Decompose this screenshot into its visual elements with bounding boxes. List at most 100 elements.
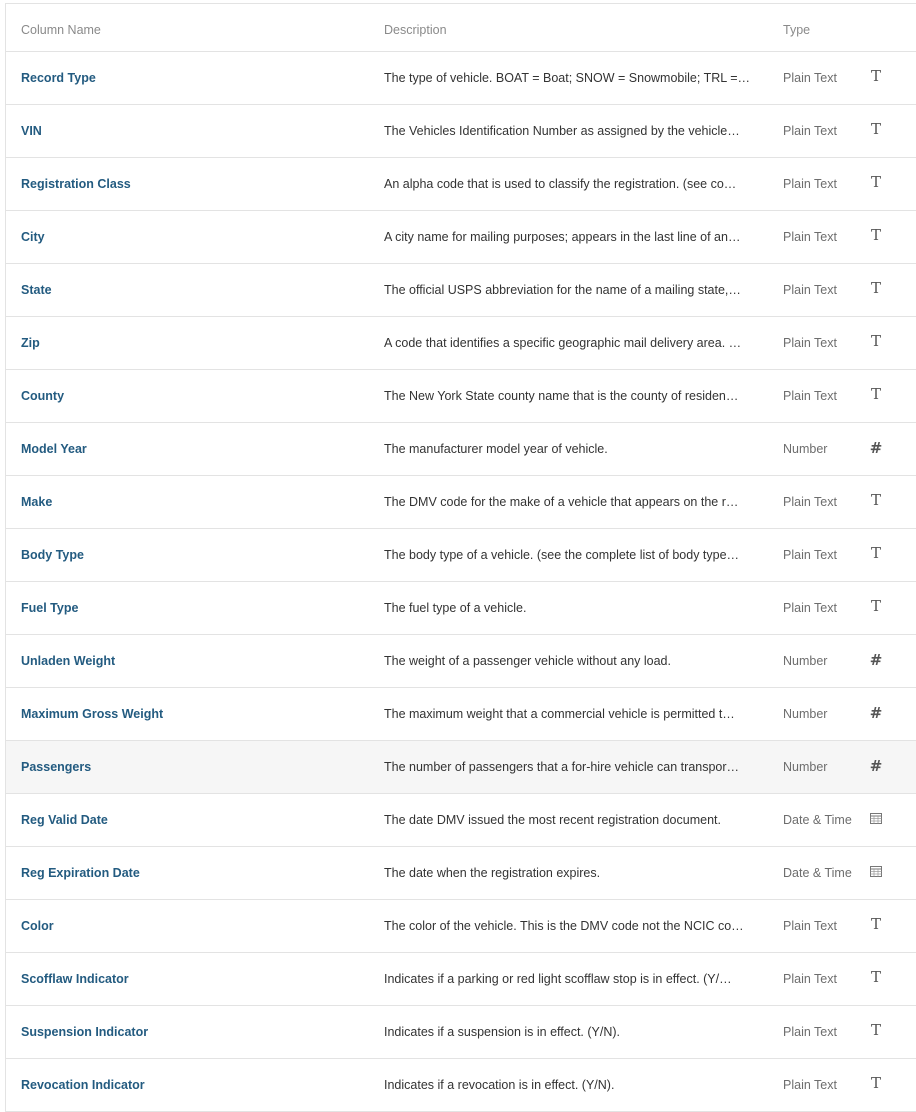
column-type: Plain Text bbox=[783, 283, 837, 297]
table-row[interactable]: Suspension Indicator Indicates if a suspe… bbox=[6, 1006, 916, 1059]
column-name-link[interactable]: Body Type bbox=[21, 548, 84, 562]
column-type: Plain Text bbox=[783, 548, 837, 562]
column-type: Plain Text bbox=[783, 124, 837, 138]
text-type-icon: T bbox=[870, 491, 881, 509]
column-name-link[interactable]: Color bbox=[21, 919, 54, 933]
table-row[interactable]: Reg Expiration Date The date when the reg… bbox=[6, 847, 916, 900]
column-name-header: Column Name bbox=[21, 23, 101, 37]
column-name-link[interactable]: Model Year bbox=[21, 442, 87, 456]
column-description: The manufacturer model year of vehicle. bbox=[384, 442, 608, 456]
column-description: Indicates if a revocation is in effect. … bbox=[384, 1078, 615, 1092]
column-description: A city name for mailing purposes; appear… bbox=[384, 230, 741, 244]
table-row[interactable]: Revocation Indicator Indicates if a revoc… bbox=[6, 1059, 916, 1112]
column-name-link[interactable]: City bbox=[21, 230, 45, 244]
column-type: Plain Text bbox=[783, 230, 837, 244]
text-type-icon: T bbox=[870, 544, 881, 562]
column-description: The body type of a vehicle. (see the com… bbox=[384, 548, 740, 562]
column-name-link[interactable]: Scofflaw Indicator bbox=[21, 972, 129, 986]
table-row[interactable]: State The official USPS abbreviation for … bbox=[6, 264, 916, 317]
text-type-icon: T bbox=[870, 1021, 881, 1039]
table-row[interactable]: Color The color of the vehicle. This is t… bbox=[6, 900, 916, 953]
text-type-icon: T bbox=[870, 968, 881, 986]
column-description: The type of vehicle. BOAT = Boat; SNOW =… bbox=[384, 71, 753, 85]
column-description: Indicates if a parking or red light scof… bbox=[384, 972, 732, 986]
text-type-icon: T bbox=[870, 1074, 881, 1092]
calendar-type-icon bbox=[868, 862, 884, 880]
table-row[interactable]: County The New York State county name tha… bbox=[6, 370, 916, 423]
column-name-link[interactable]: Reg Valid Date bbox=[21, 813, 108, 827]
column-description: The maximum weight that a commercial veh… bbox=[384, 707, 735, 721]
column-name-link[interactable]: VIN bbox=[21, 124, 42, 138]
column-type: Plain Text bbox=[783, 71, 837, 85]
column-name-link[interactable]: Zip bbox=[21, 336, 40, 350]
column-name-link[interactable]: Registration Class bbox=[21, 177, 131, 191]
table-row[interactable]: Reg Valid Date The date DMV issued the mo… bbox=[6, 794, 916, 847]
table-row[interactable]: Scofflaw Indicator Indicates if a parking… bbox=[6, 953, 916, 1006]
text-type-icon: T bbox=[870, 67, 881, 85]
table-row[interactable]: Make The DMV code for the make of a vehic… bbox=[6, 476, 916, 529]
column-type: Plain Text bbox=[783, 177, 837, 191]
column-name-link[interactable]: Reg Expiration Date bbox=[21, 866, 140, 880]
column-name-link[interactable]: Unladen Weight bbox=[21, 654, 115, 668]
text-type-icon: T bbox=[870, 173, 881, 191]
column-description: The fuel type of a vehicle. bbox=[384, 601, 527, 615]
column-type: Plain Text bbox=[783, 972, 837, 986]
table-row[interactable]: Unladen Weight The weight of a passenger … bbox=[6, 635, 916, 688]
column-type: Date & Time bbox=[783, 813, 852, 827]
column-type: Date & Time bbox=[783, 866, 852, 880]
table-row[interactable]: Zip A code that identifies a specific geo… bbox=[6, 317, 916, 370]
text-type-icon: T bbox=[870, 385, 881, 403]
type-header: Type bbox=[783, 23, 811, 37]
text-type-icon: T bbox=[870, 120, 881, 138]
column-name-link[interactable]: Record Type bbox=[21, 71, 96, 85]
description-header: Description bbox=[384, 23, 447, 37]
table-row[interactable]: Body Type The body type of a vehicle. (se… bbox=[6, 529, 916, 582]
table-row[interactable]: Model Year The manufacturer model year of… bbox=[6, 423, 916, 476]
column-description: An alpha code that is used to classify t… bbox=[384, 177, 737, 191]
number-type-icon: # bbox=[869, 757, 883, 775]
column-description: The official USPS abbreviation for the n… bbox=[384, 283, 741, 297]
table-row[interactable]: City A city name for mailing purposes; ap… bbox=[6, 211, 916, 264]
column-name-link[interactable]: Passengers bbox=[21, 760, 91, 774]
calendar-type-icon bbox=[868, 809, 884, 827]
column-name-link[interactable]: Maximum Gross Weight bbox=[21, 707, 163, 721]
number-type-icon: # bbox=[869, 704, 883, 722]
text-type-icon: T bbox=[870, 332, 881, 350]
column-description: Indicates if a suspension is in effect. … bbox=[384, 1025, 620, 1039]
column-type: Plain Text bbox=[783, 389, 837, 403]
column-type: Plain Text bbox=[783, 495, 837, 509]
text-type-icon: T bbox=[870, 915, 881, 933]
column-type: Number bbox=[783, 654, 828, 668]
table-row[interactable]: Passengers The number of passengers that … bbox=[6, 741, 916, 794]
column-type: Number bbox=[783, 707, 828, 721]
column-description: The date DMV issued the most recent regi… bbox=[384, 813, 721, 827]
column-name-link[interactable]: State bbox=[21, 283, 52, 297]
column-type: Plain Text bbox=[783, 1025, 837, 1039]
table-row[interactable]: Record Type The type of vehicle. BOAT = B… bbox=[6, 52, 916, 105]
column-description: A code that identifies a specific geogra… bbox=[384, 336, 742, 350]
column-description: The Vehicles Identification Number as as… bbox=[384, 124, 740, 138]
column-name-link[interactable]: Suspension Indicator bbox=[21, 1025, 148, 1039]
column-description: The date when the registration expires. bbox=[384, 866, 601, 880]
column-name-link[interactable]: Revocation Indicator bbox=[21, 1078, 145, 1092]
text-type-icon: T bbox=[870, 226, 881, 244]
columns-table: Column Name Description Type Record Type… bbox=[5, 3, 916, 1112]
table-header: Column Name Description Type bbox=[6, 4, 916, 52]
column-type: Number bbox=[783, 442, 828, 456]
column-name-link[interactable]: Make bbox=[21, 495, 52, 509]
column-description: The weight of a passenger vehicle withou… bbox=[384, 654, 671, 668]
column-name-link[interactable]: Fuel Type bbox=[21, 601, 78, 615]
table-row[interactable]: Fuel Type The fuel type of a vehicle. Plai… bbox=[6, 582, 916, 635]
table-row[interactable]: VIN The Vehicles Identification Number as… bbox=[6, 105, 916, 158]
column-type: Number bbox=[783, 760, 828, 774]
column-type: Plain Text bbox=[783, 601, 837, 615]
column-name-link[interactable]: County bbox=[21, 389, 64, 403]
table-row[interactable]: Maximum Gross Weight The maximum weight t… bbox=[6, 688, 916, 741]
table-body: Record Type The type of vehicle. BOAT = B… bbox=[6, 52, 916, 1112]
text-type-icon: T bbox=[870, 279, 881, 297]
column-type: Plain Text bbox=[783, 919, 837, 933]
text-type-icon: T bbox=[870, 597, 881, 615]
column-description: The New York State county name that is t… bbox=[384, 389, 739, 403]
column-description: The number of passengers that a for-hire… bbox=[384, 760, 740, 774]
table-row[interactable]: Registration Class An alpha code that is … bbox=[6, 158, 916, 211]
